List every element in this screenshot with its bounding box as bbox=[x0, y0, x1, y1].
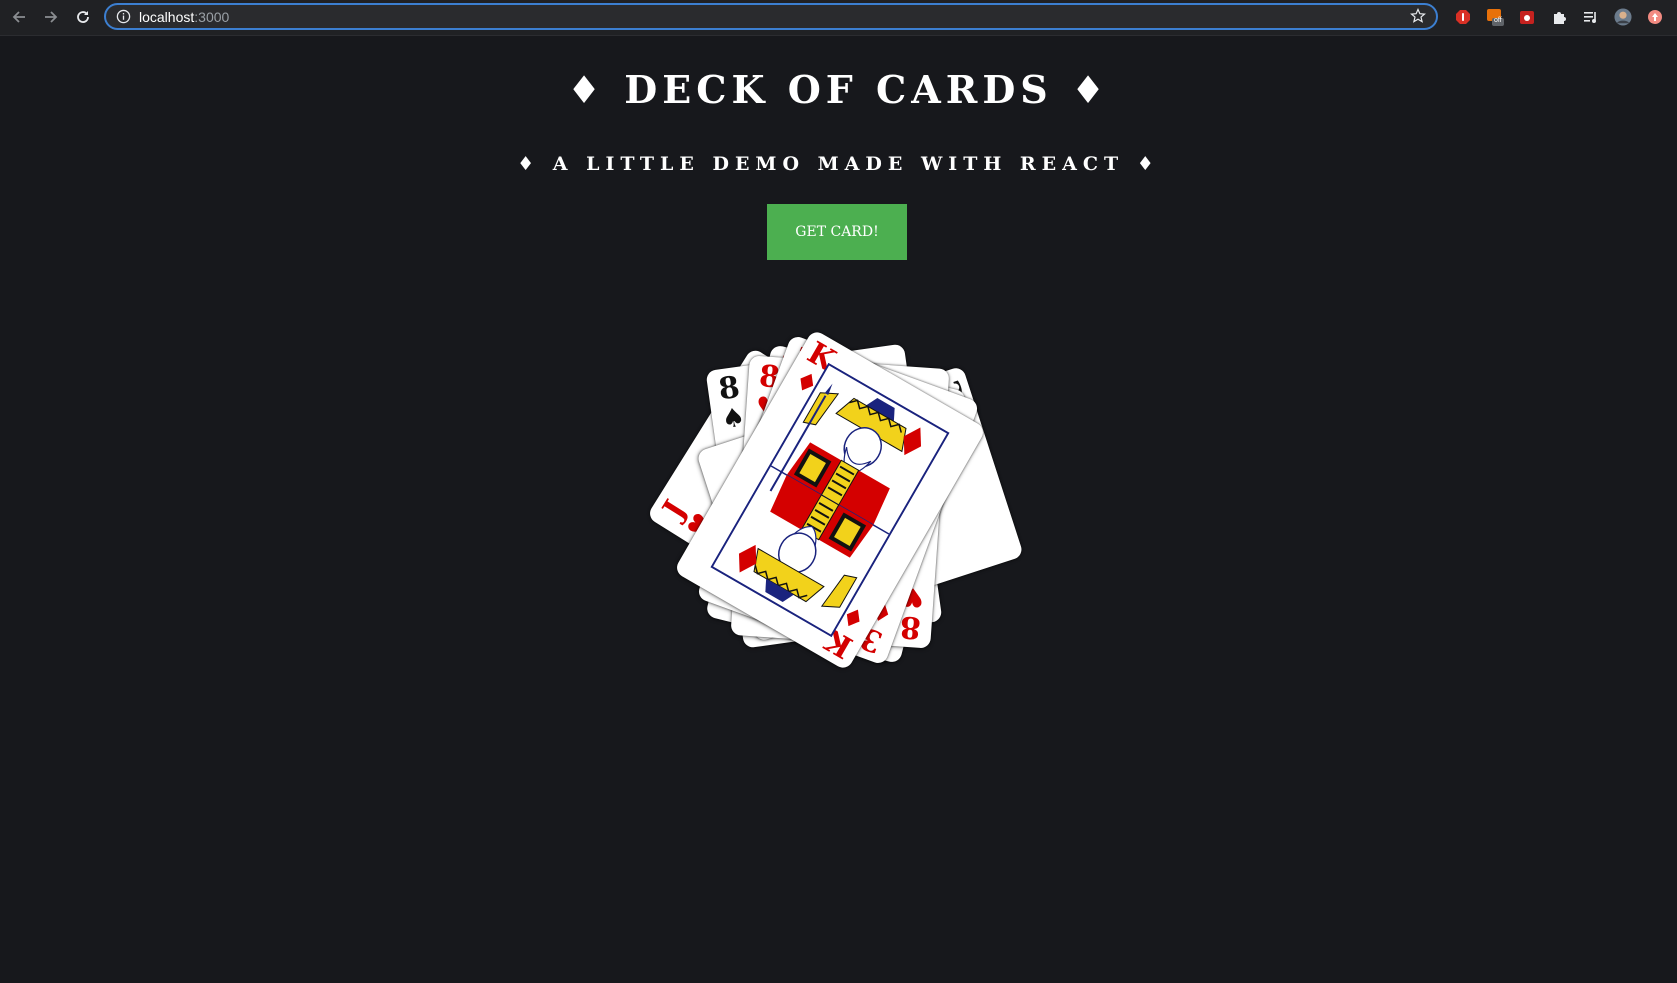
card-rank: 8 bbox=[716, 369, 742, 408]
adblock-extension-icon[interactable] bbox=[1454, 8, 1472, 26]
url-text: localhost:3000 bbox=[139, 9, 229, 25]
page-title: ♦ DECK OF CARDS ♦ bbox=[566, 67, 1111, 112]
page-subtitle: ♦ A LITTLE DEMO MADE WITH REACT ♦ bbox=[517, 153, 1160, 175]
url-host: localhost bbox=[139, 9, 195, 25]
address-bar[interactable]: localhost:3000 bbox=[104, 3, 1438, 30]
profile-avatar[interactable] bbox=[1614, 8, 1632, 26]
update-alert-icon[interactable] bbox=[1646, 8, 1664, 26]
browser-toolbar: localhost:3000 off bbox=[0, 0, 1677, 36]
puzzle-icon[interactable] bbox=[1550, 8, 1568, 26]
get-card-button[interactable]: GET CARD! bbox=[767, 204, 907, 260]
extension-off-icon[interactable]: off bbox=[1486, 8, 1504, 26]
reload-icon[interactable] bbox=[72, 6, 94, 28]
forward-icon[interactable] bbox=[40, 6, 62, 28]
card-pile: J♥ J♥ 8♠ 8♠ 2♣ 2♣ 3♥ 3♥ 8♥ 8♥ 3♦ 3♦ K♦ K… bbox=[620, 290, 1040, 710]
bookmark-star-icon[interactable] bbox=[1410, 8, 1426, 28]
site-info-icon[interactable] bbox=[116, 9, 131, 28]
extension-off-badge: off bbox=[1494, 17, 1502, 24]
back-icon[interactable] bbox=[8, 6, 30, 28]
url-port: :3000 bbox=[194, 9, 230, 25]
media-queue-icon[interactable] bbox=[1582, 8, 1600, 26]
red-tools-extension-icon[interactable] bbox=[1518, 8, 1536, 26]
